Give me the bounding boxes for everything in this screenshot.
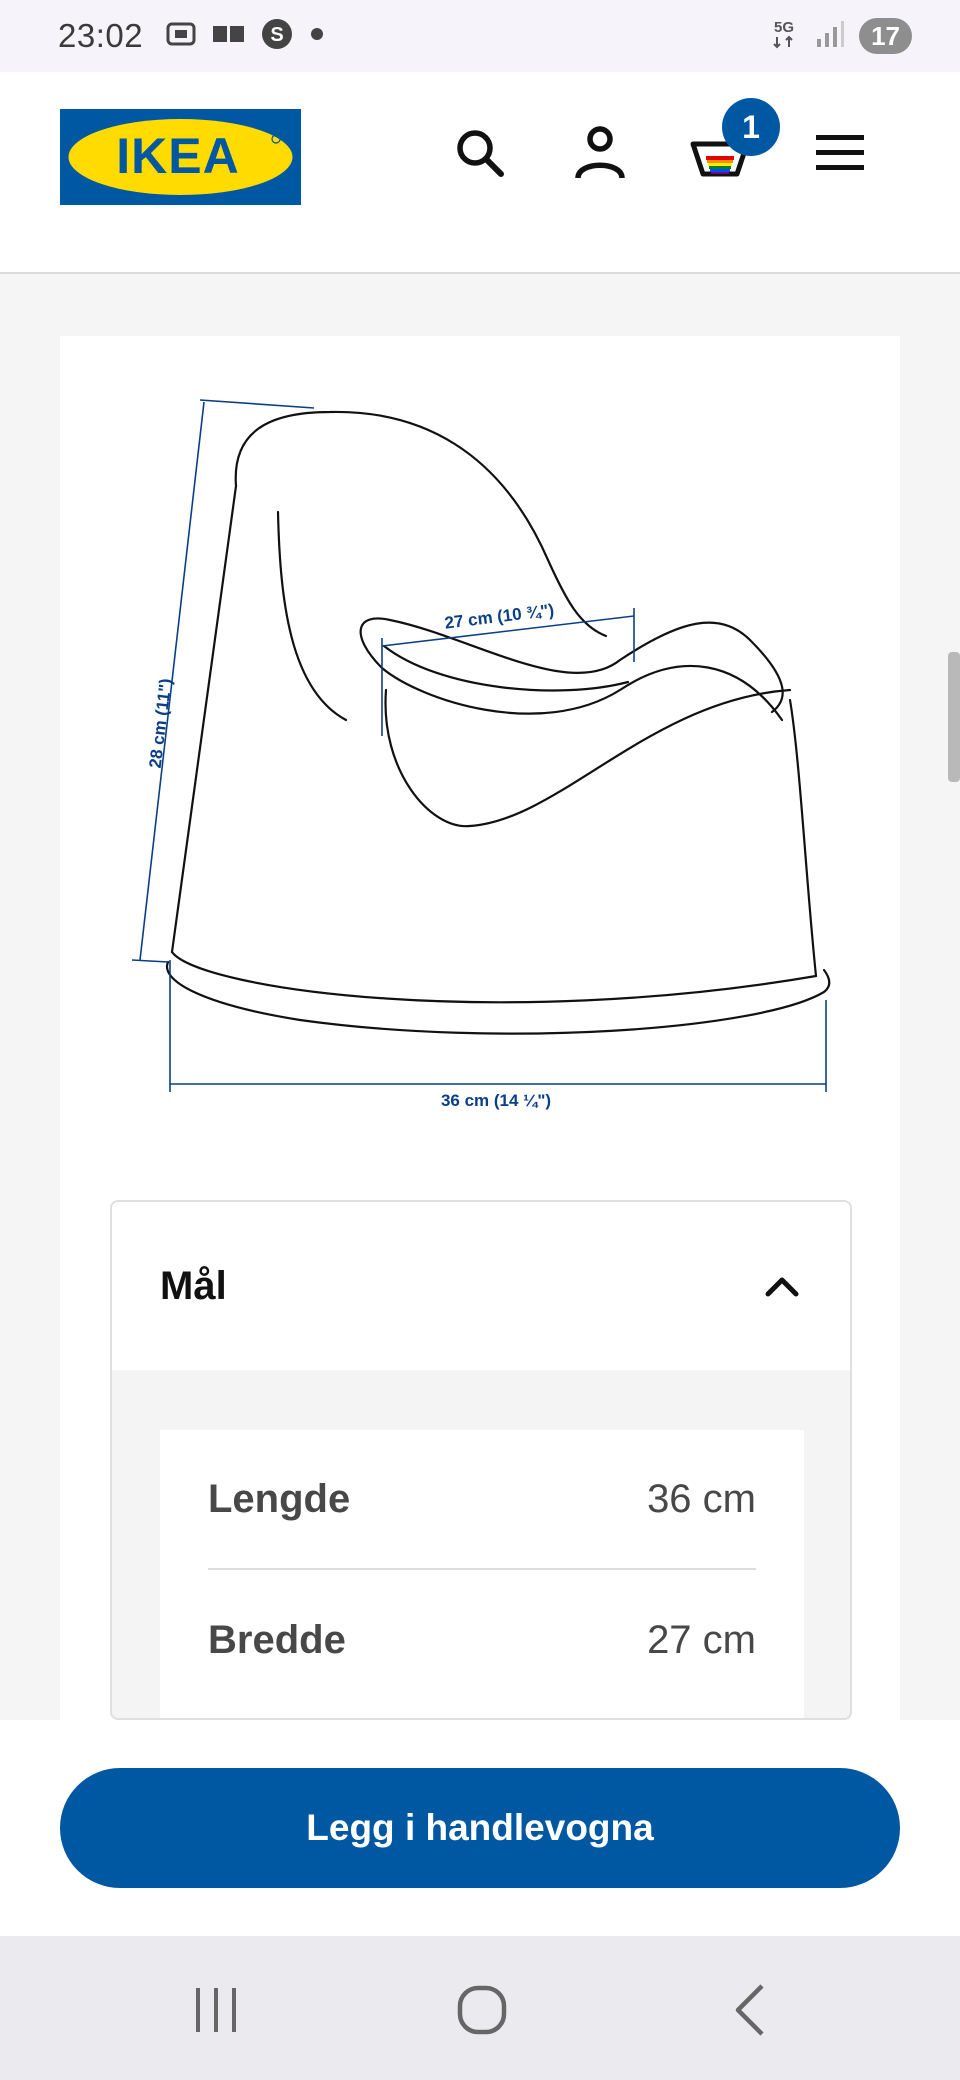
back-button[interactable] — [720, 1978, 784, 2042]
measurement-value: 36 cm — [647, 1476, 756, 1521]
dimension-drawing[interactable]: 28 cm (11") 27 cm (10 ¾") 36 cm (14 ¼") — [60, 336, 900, 1196]
measurement-name: Lengde — [208, 1476, 351, 1521]
screenshot-icon — [165, 19, 197, 54]
measurements-table: Lengde 36 cm Bredde 27 cm — [160, 1430, 804, 1718]
user-icon — [574, 125, 626, 184]
measurement-row-length: Lengde 36 cm — [208, 1430, 756, 1570]
ikea-logo[interactable]: IKEA — [60, 109, 301, 205]
system-nav-bar — [0, 1936, 960, 2080]
measurement-name: Bredde — [208, 1617, 346, 1662]
back-icon — [735, 1984, 764, 2036]
home-icon — [457, 1985, 507, 2035]
add-to-cart-button[interactable]: Legg i handlevogna — [60, 1768, 900, 1888]
height-dimension-label: 28 cm (11") — [146, 677, 176, 769]
status-icons-right: 5G 17 — [767, 17, 912, 56]
cart-count-badge: 1 — [722, 98, 780, 156]
search-button[interactable] — [448, 122, 512, 186]
app-header: IKEA 1 — [0, 72, 960, 274]
recent-apps-button[interactable] — [184, 1978, 248, 2042]
accordion-header[interactable]: Mål — [112, 1202, 850, 1370]
account-button[interactable] — [568, 122, 632, 186]
home-button[interactable] — [450, 1978, 514, 2042]
chevron-up-icon[interactable] — [762, 1266, 802, 1306]
action-bar: Legg i handlevogna — [0, 1720, 960, 1936]
menu-button[interactable] — [808, 122, 872, 186]
recent-apps-icon — [196, 1988, 236, 2032]
length-dimension-label: 36 cm (14 ¼") — [441, 1091, 551, 1110]
accordion-title: Mål — [160, 1263, 227, 1308]
status-bar: 23:02 S 5G 17 — [0, 0, 960, 72]
battery-icon: 17 — [859, 18, 912, 54]
search-icon — [454, 127, 506, 182]
status-time: 23:02 — [58, 17, 144, 54]
measurement-value: 27 cm — [647, 1617, 756, 1662]
status-icons-left: S — [165, 18, 327, 55]
notification-icon — [211, 22, 247, 51]
svg-text:S: S — [270, 24, 283, 46]
dot-icon — [307, 24, 327, 49]
measurements-accordion: Mål Lengde 36 cm Bredde 27 cm — [110, 1200, 852, 1720]
network-label: 5G — [774, 19, 794, 36]
shazam-icon: S — [261, 18, 293, 55]
network-5g-icon: 5G — [767, 17, 801, 56]
menu-icon — [814, 131, 866, 178]
measurement-row-width: Bredde 27 cm — [208, 1570, 756, 1710]
logo-text: IKEA — [116, 128, 239, 184]
signal-icon — [815, 19, 845, 54]
scrollbar-thumb[interactable] — [948, 652, 960, 782]
